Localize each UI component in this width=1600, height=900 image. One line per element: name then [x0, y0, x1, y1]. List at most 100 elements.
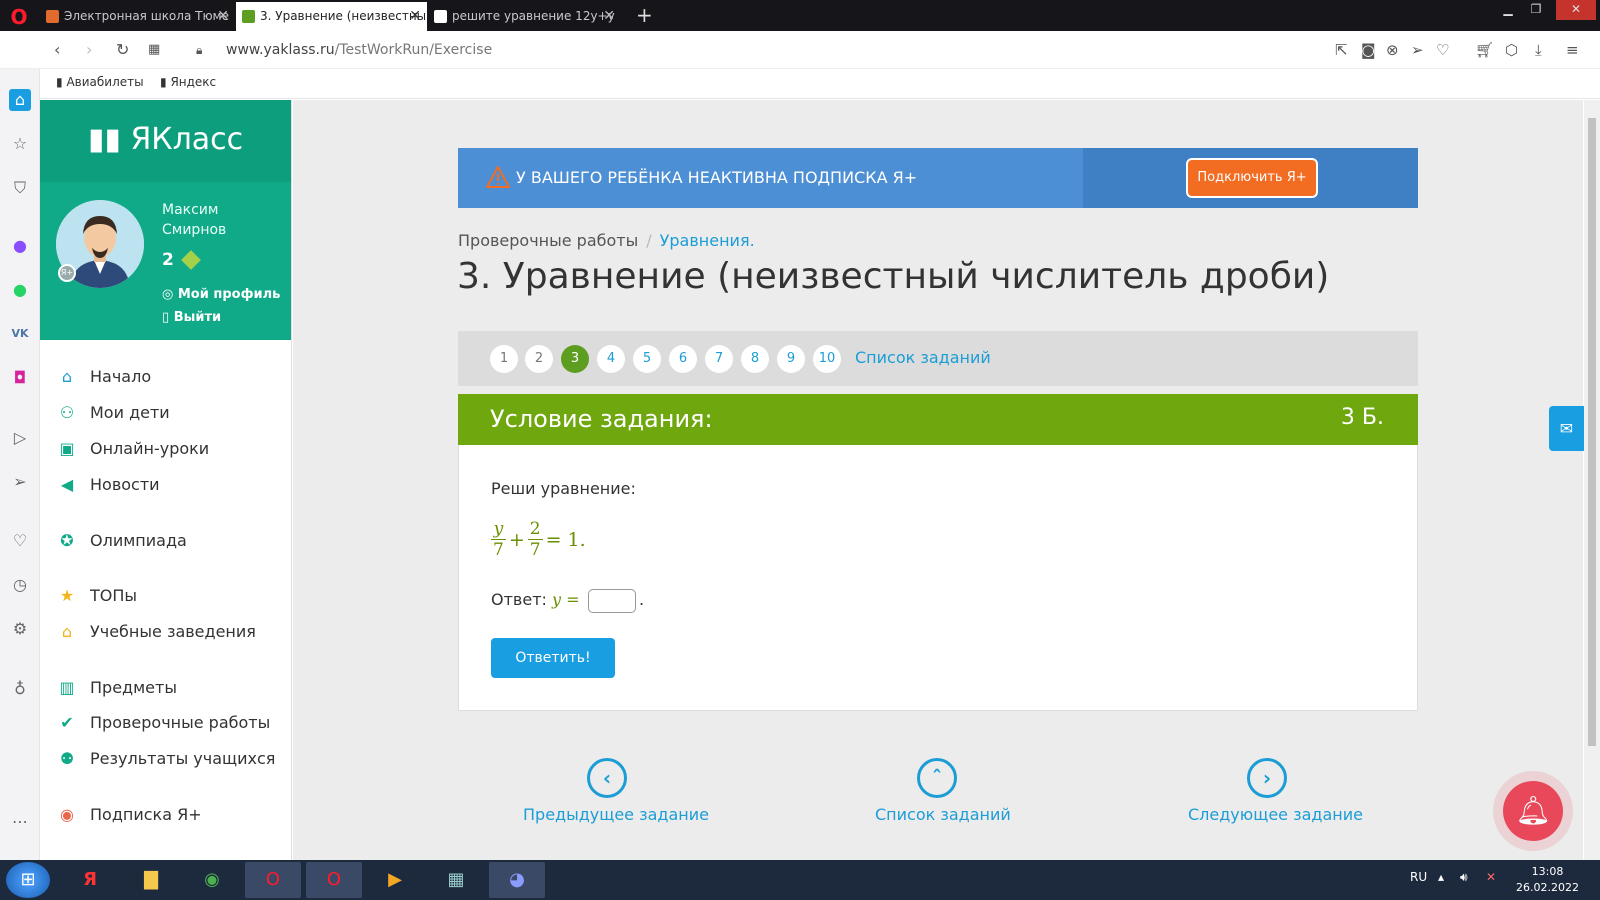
- close-window-icon[interactable]: ✕: [1556, 0, 1596, 20]
- yandex-browser-icon[interactable]: Я: [62, 862, 118, 898]
- chrome-icon[interactable]: ◉: [184, 862, 240, 898]
- media-player-icon[interactable]: ▶: [367, 862, 423, 898]
- sidebar-item-student-results[interactable]: ⚉ Результаты учащихся: [56, 749, 276, 768]
- whatsapp-icon[interactable]: ●: [9, 279, 31, 301]
- share-icon[interactable]: ⇱: [1335, 41, 1348, 59]
- more-dots-icon[interactable]: ⋯: [9, 811, 31, 833]
- url-field[interactable]: www.yaklass.ru/TestWorkRun/Exercise: [226, 42, 492, 58]
- language-indicator[interactable]: RU: [1410, 870, 1427, 884]
- cart-icon[interactable]: 🛒︎: [1475, 41, 1494, 59]
- scrollbar-thumb[interactable]: [1588, 118, 1596, 746]
- restore-icon[interactable]: ❐: [1522, 0, 1550, 20]
- opera-icon[interactable]: O: [306, 862, 362, 898]
- speed-dial-icon[interactable]: ▦: [148, 42, 160, 57]
- task-number-9[interactable]: 9: [777, 345, 805, 373]
- camera-icon[interactable]: ◙: [1361, 41, 1376, 59]
- condition-header: Условие задания: 3 Б.: [458, 394, 1418, 445]
- answer-input[interactable]: [588, 589, 636, 613]
- prev-arrow-icon[interactable]: ‹: [587, 758, 627, 798]
- task-number-4[interactable]: 4: [597, 345, 625, 373]
- yaklass-logo[interactable]: ▮▮ ЯКласс: [40, 100, 291, 182]
- tab-search-equation[interactable]: решите уравнение 12y+y ✕: [428, 2, 621, 31]
- volume-icon[interactable]: 🔊︎: [1460, 870, 1468, 885]
- star-icon[interactable]: ☆: [9, 133, 31, 155]
- home-icon[interactable]: ⌂: [9, 89, 31, 111]
- forward-arrow-icon[interactable]: ›: [86, 40, 92, 59]
- sidebar-item-test-works[interactable]: ✔ Проверочные работы: [56, 713, 270, 732]
- minimize-icon[interactable]: ▁: [1494, 0, 1522, 20]
- task-number-10[interactable]: 10: [813, 345, 841, 373]
- history-icon[interactable]: ◷: [9, 574, 31, 596]
- windows-start-icon[interactable]: ⊞: [6, 862, 50, 898]
- sidebar-item-online-lessons[interactable]: ▣ Онлайн-уроки: [56, 439, 209, 458]
- task-number-2[interactable]: 2: [525, 345, 553, 373]
- control-panel-icon[interactable]: ▦: [428, 862, 484, 898]
- box-icon[interactable]: ⬡: [1505, 41, 1518, 59]
- task-list-nav-link[interactable]: Список заданий: [875, 805, 1011, 824]
- network-icon[interactable]: ✕: [1486, 870, 1496, 884]
- task-number-5[interactable]: 5: [633, 345, 661, 373]
- breadcrumb-current[interactable]: Уравнения.: [660, 231, 755, 250]
- page-scrollbar[interactable]: [1584, 100, 1600, 860]
- breadcrumb-parent[interactable]: Проверочные работы: [458, 231, 638, 250]
- new-tab-plus-icon[interactable]: +: [636, 3, 653, 27]
- sidebar-item-tops[interactable]: ★ ТОПы: [56, 586, 137, 605]
- task-number-8[interactable]: 8: [741, 345, 769, 373]
- task-number-1[interactable]: 1: [490, 345, 518, 373]
- mail-feedback-icon[interactable]: ✉: [1549, 406, 1584, 451]
- bag-icon[interactable]: ⛉: [9, 177, 31, 199]
- send-icon[interactable]: ➢: [1411, 41, 1424, 59]
- vk-icon[interactable]: VK: [9, 323, 31, 345]
- back-arrow-icon[interactable]: ‹: [54, 40, 60, 59]
- task-number-7[interactable]: 7: [705, 345, 733, 373]
- heart-icon[interactable]: ♡: [9, 530, 31, 552]
- submit-answer-button[interactable]: Ответить!: [491, 638, 615, 678]
- tab-current-exercise[interactable]: 3. Уравнение (неизвестны ✕: [236, 2, 427, 31]
- user-points: 2: [162, 250, 201, 270]
- reload-icon[interactable]: ↻: [116, 40, 129, 59]
- send-icon[interactable]: ➢: [9, 471, 31, 493]
- lightbulb-icon[interactable]: ♁: [9, 678, 31, 700]
- file-explorer-icon[interactable]: ▇: [123, 862, 179, 898]
- next-arrow-icon[interactable]: ›: [1247, 758, 1287, 798]
- profile-link[interactable]: ◎ Мой профиль: [162, 287, 280, 302]
- system-clock[interactable]: 13:08 26.02.2022: [1516, 864, 1579, 896]
- sidebar-item-children[interactable]: ⚇ Мои дети: [56, 403, 170, 422]
- tray-arrow-icon[interactable]: ▴: [1438, 870, 1444, 884]
- close-tab-icon[interactable]: ✕: [603, 2, 615, 31]
- sidebar-item-schools[interactable]: ⌂ Учебные заведения: [56, 622, 256, 641]
- up-arrow-icon[interactable]: ˆ: [917, 758, 957, 798]
- task-list-link[interactable]: Список заданий: [855, 348, 991, 367]
- close-tab-icon[interactable]: ✕: [409, 2, 421, 31]
- prev-task-link[interactable]: Предыдущее задание: [523, 805, 709, 824]
- block-icon[interactable]: ⊗: [1386, 41, 1399, 59]
- sidebar-item-news[interactable]: ◀ Новости: [56, 475, 160, 494]
- breadcrumb-separator: /: [646, 231, 652, 250]
- task-number-6[interactable]: 6: [669, 345, 697, 373]
- tab-electronic-school[interactable]: Электронная школа Тюме ✕: [40, 2, 235, 31]
- task-number-3[interactable]: 3: [561, 345, 589, 373]
- opera-gx-icon[interactable]: O: [245, 862, 301, 898]
- sidebar-item-home[interactable]: ⌂ Начало: [56, 367, 151, 386]
- opera-menu-icon[interactable]: O: [8, 6, 30, 28]
- clock-time: 13:08: [1531, 865, 1564, 878]
- discord-icon[interactable]: ◕: [489, 862, 545, 898]
- player-icon[interactable]: ▷: [9, 427, 31, 449]
- settings-gear-icon[interactable]: ⚙: [9, 618, 31, 640]
- logout-link[interactable]: ▯ Выйти: [162, 310, 221, 325]
- sidebar-item-subscription[interactable]: ◉ Подписка Я+: [56, 805, 202, 824]
- notification-bell-icon[interactable]: 🔔︎: [1503, 781, 1563, 841]
- sidebar-item-olympiad[interactable]: ✪ Олимпиада: [56, 531, 187, 550]
- bookmark-aviabilety[interactable]: ▮ Авиабилеты: [56, 75, 144, 89]
- close-tab-icon[interactable]: ✕: [217, 2, 229, 31]
- instagram-icon[interactable]: ◘: [9, 367, 31, 389]
- messenger-icon[interactable]: ●: [9, 235, 31, 257]
- menu-icon[interactable]: ≡: [1566, 41, 1579, 59]
- heart-icon[interactable]: ♡: [1436, 41, 1449, 59]
- sidebar-item-subjects[interactable]: ▥ Предметы: [56, 678, 177, 697]
- bookmark-yandex[interactable]: ▮ Яндекс: [160, 75, 216, 89]
- connect-subscription-button[interactable]: Подключить Я+: [1186, 158, 1318, 198]
- user-first-name: Максим: [162, 202, 219, 218]
- download-icon[interactable]: ⤓: [1535, 41, 1542, 59]
- next-task-link[interactable]: Следующее задание: [1188, 805, 1363, 824]
